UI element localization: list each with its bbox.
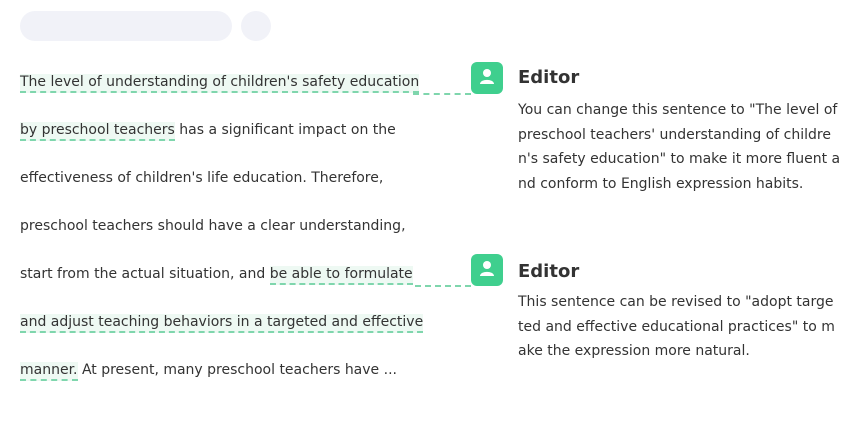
comment-author: Editor — [518, 67, 580, 88]
text-segment: At present, many preschool teachers have… — [77, 362, 397, 378]
highlighted-phrase[interactable]: be able to formulate — [269, 266, 413, 285]
loading-placeholder-bar — [20, 11, 232, 41]
document-page: The level of understanding of children's… — [0, 0, 856, 426]
text-segment: has a significant impact on the — [174, 122, 396, 138]
text-segment: preschool teachers should have a clear u… — [20, 218, 406, 234]
text-line: preschool teachers should have a clear u… — [20, 216, 406, 236]
text-line: effectiveness of children's life educati… — [20, 168, 383, 188]
text-segment: effectiveness of children's life educati… — [20, 170, 384, 186]
highlighted-phrase[interactable]: manner. — [20, 362, 78, 381]
user-icon — [477, 66, 497, 90]
comment-author: Editor — [518, 261, 580, 282]
text-segment: start from the actual situation, and — [20, 266, 270, 282]
text-line: by preschool teachers has a significant … — [20, 120, 396, 141]
text-line: and adjust teaching behaviors in a targe… — [20, 312, 424, 333]
highlighted-phrase[interactable]: The level of understanding of children's… — [20, 74, 420, 93]
highlighted-phrase[interactable]: and adjust teaching behaviors in a targe… — [20, 314, 424, 333]
loading-placeholder-dot — [241, 11, 271, 41]
editor-avatar — [471, 62, 503, 94]
editor-avatar — [471, 254, 503, 286]
highlighted-phrase[interactable]: by preschool teachers — [20, 122, 175, 141]
text-line: The level of understanding of children's… — [20, 72, 420, 93]
text-line: start from the actual situation, and be … — [20, 264, 413, 285]
comment-connector — [413, 93, 471, 95]
comment-connector — [415, 285, 471, 287]
user-icon — [477, 258, 497, 282]
comment-text: This sentence can be revised to "adopt t… — [518, 294, 835, 359]
comment-text: You can change this sentence to "The lev… — [518, 102, 841, 192]
text-line: manner. At present, many preschool teach… — [20, 360, 397, 381]
